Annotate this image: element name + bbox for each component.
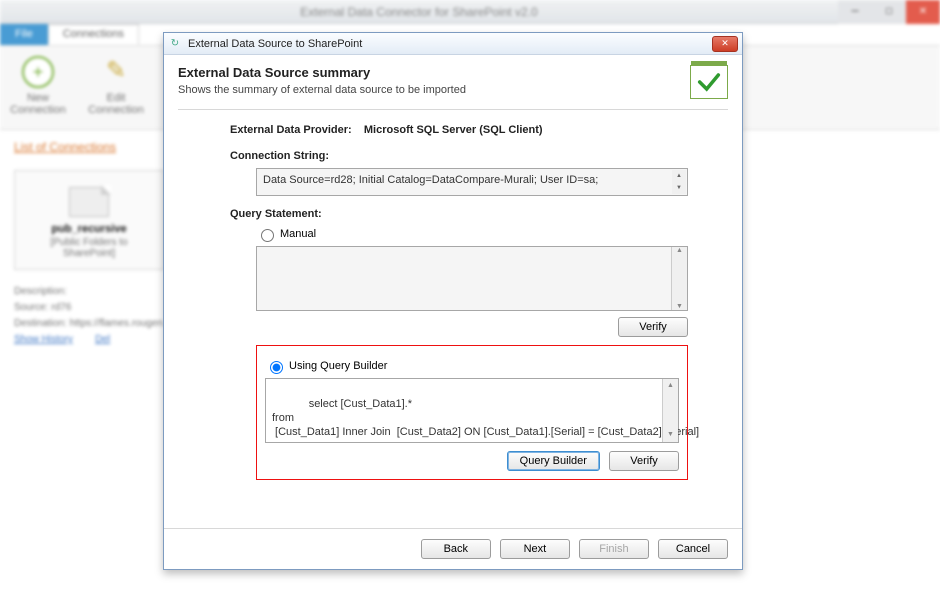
dialog-close-button[interactable]: ✕ xyxy=(712,36,738,52)
edit-icon xyxy=(100,56,132,88)
card-subtitle: [Public Folders to SharePoint] xyxy=(25,237,153,259)
verify-builder-button[interactable]: Verify xyxy=(609,451,679,471)
ribbon-edit-connection[interactable]: Edit Connection xyxy=(86,52,146,123)
app-title: External Data Connector for SharePoint v… xyxy=(0,5,838,19)
radio-manual-input[interactable] xyxy=(261,229,274,242)
query-builder-highlight-frame: Using Query Builder select [Cust_Data1].… xyxy=(256,345,688,480)
provider-label: External Data Provider: xyxy=(230,124,352,136)
wizard-dialog: ↻ External Data Source to SharePoint ✕ E… xyxy=(163,32,743,570)
provider-value: Microsoft SQL Server (SQL Client) xyxy=(364,124,543,136)
scrollbar[interactable]: ▲▼ xyxy=(671,247,687,310)
connection-string-label: Connection String: xyxy=(230,150,688,162)
dialog-footer: Back Next Finish Cancel xyxy=(164,528,742,569)
ribbon-new-connection[interactable]: New Connection xyxy=(8,52,68,123)
summary-header: External Data Source summary Shows the s… xyxy=(178,65,728,99)
separator xyxy=(178,109,728,110)
dialog-titlebar[interactable]: ↻ External Data Source to SharePoint ✕ xyxy=(164,33,742,55)
connection-string-value: Data Source=rd28; Initial Catalog=DataCo… xyxy=(263,174,598,186)
summary-subtitle: Shows the summary of external data sourc… xyxy=(178,84,690,96)
radio-query-builder-input[interactable] xyxy=(270,361,283,374)
list-of-connections-link[interactable]: List of Connections xyxy=(14,140,116,154)
connection-string-box: Data Source=rd28; Initial Catalog=DataCo… xyxy=(256,168,688,196)
add-icon xyxy=(22,56,54,88)
query-statement-label: Query Statement: xyxy=(230,208,688,220)
provider-row: External Data Provider: Microsoft SQL Se… xyxy=(230,124,688,136)
tab-file[interactable]: File xyxy=(0,24,48,45)
connection-card[interactable]: pub_recursive [Public Folders to SharePo… xyxy=(14,170,164,270)
checkmark-calendar-icon xyxy=(690,65,728,99)
manual-query-textarea[interactable]: ▲▼ xyxy=(256,246,688,311)
generated-query-text: select [Cust_Data1].* from [Cust_Data1] … xyxy=(272,398,699,438)
tab-connections[interactable]: Connections xyxy=(48,24,139,45)
verify-manual-button[interactable]: Verify xyxy=(618,317,688,337)
envelope-icon xyxy=(69,187,109,217)
cancel-button[interactable]: Cancel xyxy=(658,539,728,559)
dialog-body: External Data Source summary Shows the s… xyxy=(164,55,742,528)
scrollbar[interactable]: ▲▼ xyxy=(662,379,678,442)
window-maximize[interactable]: □ xyxy=(872,0,906,24)
radio-query-builder[interactable]: Using Query Builder xyxy=(265,358,679,374)
summary-title: External Data Source summary xyxy=(178,65,690,80)
window-minimize[interactable]: ─ xyxy=(838,0,872,24)
radio-manual[interactable]: Manual xyxy=(256,226,688,242)
finish-button: Finish xyxy=(579,539,649,559)
app-titlebar: External Data Connector for SharePoint v… xyxy=(0,0,940,24)
show-history-link[interactable]: Show History xyxy=(14,334,73,345)
refresh-icon: ↻ xyxy=(168,37,182,51)
generated-query-textarea[interactable]: select [Cust_Data1].* from [Cust_Data1] … xyxy=(265,378,679,443)
delete-link[interactable]: Del xyxy=(95,334,110,345)
card-title: pub_recursive xyxy=(25,223,153,235)
form-fieldset: External Data Provider: Microsoft SQL Se… xyxy=(178,124,728,480)
query-builder-button[interactable]: Query Builder xyxy=(507,451,600,471)
window-close[interactable]: ✕ xyxy=(906,0,940,24)
dialog-title: External Data Source to SharePoint xyxy=(188,38,712,50)
spinner-icon[interactable]: ▲▼ xyxy=(672,170,686,194)
back-button[interactable]: Back xyxy=(421,539,491,559)
next-button[interactable]: Next xyxy=(500,539,570,559)
